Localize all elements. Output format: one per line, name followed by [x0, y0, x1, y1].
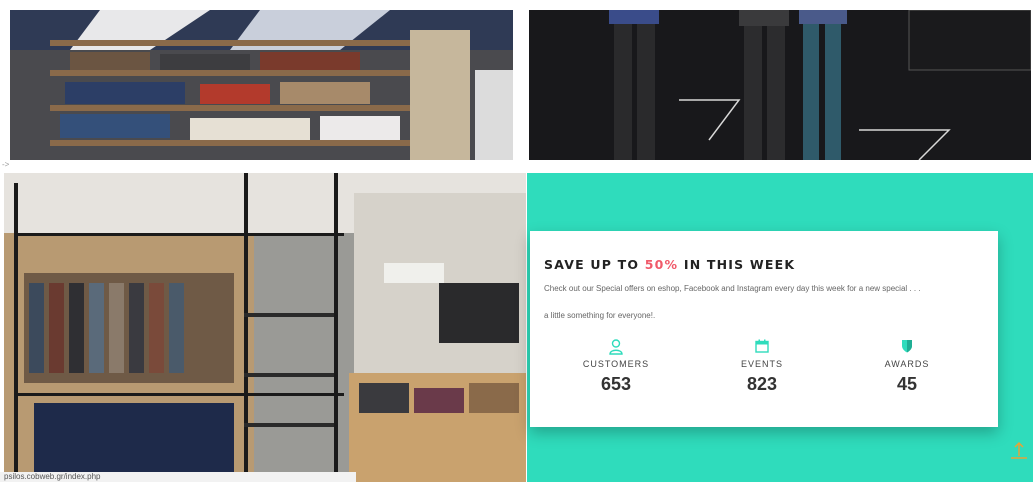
- promo-description-tagline: a little something for everyone!.: [544, 311, 656, 320]
- promo-title: SAVE UP TO 50% IN THIS WEEK: [544, 257, 796, 272]
- promo-card: SAVE UP TO 50% IN THIS WEEK Check out ou…: [530, 231, 998, 427]
- stat-value: 45: [896, 374, 918, 394]
- stat-value: 653: [600, 374, 632, 394]
- stray-arrow-text: ->: [2, 160, 10, 169]
- arrow-up-icon: [1011, 442, 1027, 459]
- stat-label: AWARDS: [884, 359, 930, 369]
- status-bar-url: psilos.cobweb.gr/index.php: [0, 472, 356, 482]
- store-photo-top-right: [529, 10, 1031, 160]
- promo-highlight: 50%: [644, 257, 679, 272]
- user-icon: [556, 339, 676, 355]
- calendar-icon: [702, 339, 822, 355]
- store-interior-photo: [4, 173, 526, 482]
- store-photo-top-left: [10, 10, 513, 160]
- promo-description: Check out our Special offers on eshop, F…: [544, 284, 921, 293]
- stat-customers: CUSTOMERS 653: [556, 339, 676, 395]
- stat-value: 823: [746, 374, 778, 394]
- scroll-to-top-button[interactable]: [1009, 440, 1029, 462]
- stat-events: EVENTS 823: [702, 339, 822, 395]
- stat-label: CUSTOMERS: [582, 359, 650, 369]
- shield-icon: [847, 339, 967, 355]
- stat-awards: AWARDS 45: [847, 339, 967, 395]
- stat-label: EVENTS: [740, 359, 783, 369]
